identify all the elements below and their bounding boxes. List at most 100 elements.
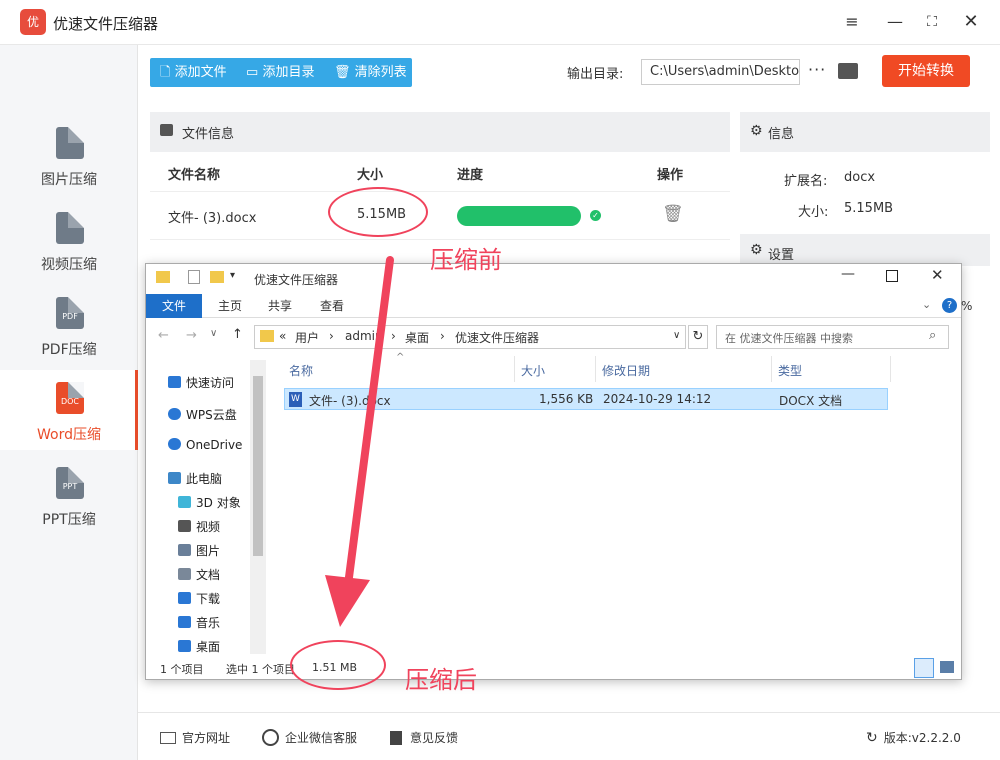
search-icon[interactable]: ⌕: [929, 328, 936, 343]
gear-icon: ⚙: [750, 123, 763, 139]
close-icon[interactable]: ✕: [959, 10, 983, 34]
explorer-window: ▾ 优速文件压缩器 — ✕ 文件 主页 共享 查看 ⌄ ? % ← → ∨ ↑ …: [145, 263, 972, 680]
feedback-link[interactable]: 意见反馈: [390, 729, 458, 746]
details-view-icon[interactable]: [914, 658, 934, 678]
annotation-ellipse-after: [290, 640, 386, 690]
file-type: DOCX 文档: [779, 394, 843, 408]
nav-onedrive[interactable]: OneDrive: [168, 438, 242, 452]
folder-icon: [260, 330, 274, 342]
breadcrumb-desktop[interactable]: 桌面: [405, 329, 429, 346]
file-toolbar: 🗋 添加文件 ▭ 添加目录 🗑 清除列表: [150, 58, 412, 87]
expand-ribbon-icon[interactable]: ⌄: [922, 298, 931, 311]
minimize-icon[interactable]: —: [841, 266, 855, 282]
address-dropdown-icon[interactable]: ∨: [673, 330, 680, 341]
nav-3d-objects[interactable]: 3D 对象: [178, 494, 241, 511]
new-folder-icon[interactable]: [210, 271, 224, 283]
file-panel-header: 文件信息: [150, 112, 730, 152]
ribbon-tabs: 文件 主页 共享 查看 ⌄ ?: [146, 294, 961, 318]
nav-this-pc[interactable]: 此电脑: [168, 470, 222, 487]
scrollbar-thumb[interactable]: [253, 376, 263, 556]
start-button[interactable]: 开始转换: [882, 55, 970, 87]
maximize-icon[interactable]: [886, 270, 898, 282]
nav-documents[interactable]: 文档: [178, 566, 220, 583]
sidebar-item-label: PDF压缩: [41, 342, 97, 358]
close-icon[interactable]: ✕: [931, 266, 944, 284]
annotation-ellipse-before: [328, 187, 428, 237]
gear-icon: ⚙: [750, 242, 763, 258]
desktop-icon: [178, 640, 191, 652]
website-link[interactable]: 官方网址: [160, 729, 230, 746]
settings-title: 设置: [768, 248, 795, 263]
breadcrumb-current[interactable]: 优速文件压缩器: [455, 329, 539, 346]
sidebar-item-pdf[interactable]: PDF PDF压缩: [0, 285, 138, 365]
download-icon: [178, 592, 191, 604]
properties-icon[interactable]: [188, 270, 200, 284]
doc-file-icon: DOC: [56, 382, 84, 414]
tab-share[interactable]: 共享: [260, 294, 300, 318]
size-value: 5.15MB: [844, 201, 894, 216]
file-panel-title: 文件信息: [182, 127, 235, 142]
sidebar-item-label: Word压缩: [37, 427, 101, 443]
maximize-icon[interactable]: ⛶: [920, 10, 944, 34]
col-divider: [771, 356, 772, 382]
col-type[interactable]: 类型: [778, 362, 802, 379]
nav-pictures[interactable]: 图片: [178, 542, 220, 559]
tab-home[interactable]: 主页: [210, 294, 250, 318]
onedrive-icon: [168, 438, 181, 450]
quick-access-dropdown-icon[interactable]: ▾: [230, 270, 235, 281]
menu-icon[interactable]: ≡: [840, 10, 864, 34]
nav-music[interactable]: 音乐: [178, 614, 220, 631]
nav-scrollbar[interactable]: [250, 360, 266, 654]
forward-icon[interactable]: →: [186, 328, 197, 343]
sidebar-item-image[interactable]: 图片压缩: [0, 115, 138, 195]
thumbnail-view-icon[interactable]: [940, 661, 954, 673]
word-doc-icon: W: [289, 392, 302, 407]
video-file-icon: [56, 212, 84, 244]
wechat-link[interactable]: 企业微信客服: [262, 729, 357, 746]
tab-file[interactable]: 文件: [146, 294, 202, 318]
cloud-icon: [168, 408, 181, 420]
nav-desktop[interactable]: 桌面: [178, 638, 220, 655]
app-title: 优速文件压缩器: [53, 15, 159, 33]
annotation-arrow: [325, 256, 394, 627]
back-icon[interactable]: ←: [158, 328, 169, 343]
output-dir-input[interactable]: C:\Users\admin\Deskto: [641, 59, 800, 85]
file-icon: 🗋: [160, 65, 171, 80]
search-input[interactable]: 在 优速文件压缩器 中搜索 ⌕: [716, 325, 949, 349]
clear-list-button[interactable]: 🗑 清除列表: [334, 58, 407, 87]
help-icon[interactable]: ?: [942, 298, 957, 313]
file-size: 1,556 KB: [539, 392, 594, 406]
sidebar-item-label: 视频压缩: [41, 257, 97, 273]
settings-header: ⚙ 设置: [740, 234, 990, 266]
progress-bar: [457, 206, 581, 226]
nav-wps-cloud[interactable]: WPS云盘: [168, 406, 237, 423]
nav-quick-access[interactable]: 快速访问: [168, 374, 234, 391]
info-panel-header: ⚙ 信息: [740, 112, 990, 152]
col-divider: [595, 356, 596, 382]
web-icon: [160, 732, 176, 744]
refresh-icon[interactable]: ↻: [688, 325, 708, 349]
up-icon[interactable]: ↑: [232, 327, 243, 342]
col-size: 大小: [357, 168, 384, 183]
folder-icon: [156, 271, 170, 283]
sidebar-item-ppt[interactable]: PPT PPT压缩: [0, 455, 138, 535]
sidebar-item-word[interactable]: DOC Word压缩: [0, 370, 138, 450]
nav-downloads[interactable]: 下载: [178, 590, 220, 607]
delete-icon[interactable]: 🗑: [662, 204, 684, 224]
col-modified[interactable]: 修改日期: [602, 362, 650, 379]
col-divider: [514, 356, 515, 382]
add-dir-button[interactable]: ▭ 添加目录: [246, 58, 314, 87]
folder-icon: ▭: [246, 65, 259, 80]
col-size[interactable]: 大小: [521, 362, 545, 379]
check-icon: ✓: [590, 210, 601, 221]
size-label: 大小:: [798, 205, 829, 220]
minimize-icon[interactable]: —: [883, 10, 907, 34]
col-divider: [890, 356, 891, 382]
recent-dropdown-icon[interactable]: ∨: [210, 328, 217, 339]
sidebar-item-video[interactable]: 视频压缩: [0, 200, 138, 280]
more-button[interactable]: ···: [808, 60, 826, 79]
add-file-button[interactable]: 🗋 添加文件: [160, 58, 227, 87]
music-icon: [178, 616, 191, 628]
open-folder-icon[interactable]: [838, 63, 858, 79]
nav-videos[interactable]: 视频: [178, 518, 220, 535]
